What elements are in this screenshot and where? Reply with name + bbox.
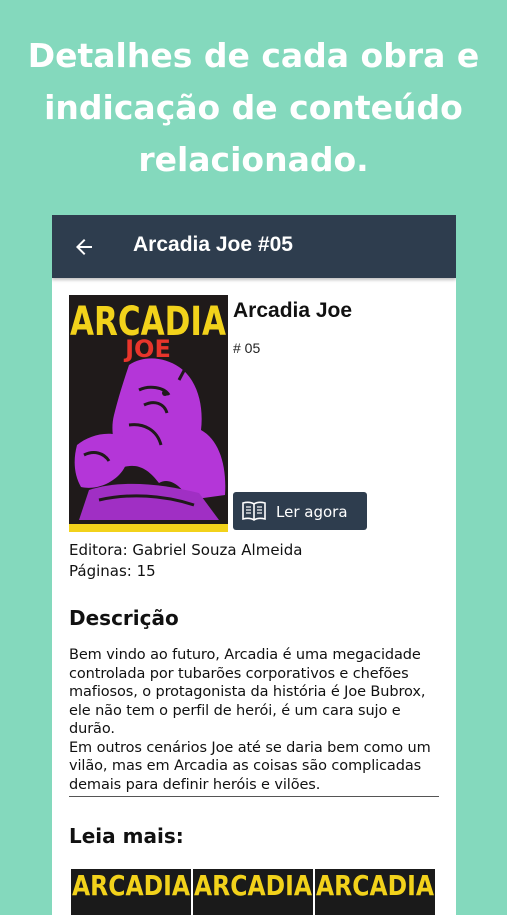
description-line: Bem vindo ao futuro, Arcadia é uma megac… (69, 647, 421, 663)
promo-headline: Detalhes de cada obra e indicação de con… (0, 30, 507, 186)
read-now-label: Ler agora (276, 503, 348, 521)
description-line: controlada por tubarões corporativos e c… (69, 665, 409, 682)
description-line: Em outros cenários Joe até se daria bem … (69, 739, 431, 756)
description-heading: Descrição (69, 606, 179, 630)
promo-headline-line-2: indicação de conteúdo (44, 88, 463, 127)
phone-screen: Arcadia Joe #05 ARCADIA JOE Arcadia Joe … (52, 215, 456, 915)
related-cover-art: ARCADIA (316, 869, 434, 902)
related-cover-art: ARCADIA (194, 869, 312, 902)
related-cover-art: ARCADIA (72, 869, 190, 902)
comic-issue: # 05 (233, 340, 261, 356)
arrow-left-icon[interactable] (72, 235, 96, 259)
comic-cover-art: ARCADIA JOE (69, 295, 228, 532)
publisher-text: Editora: Gabriel Souza Almeida (69, 541, 303, 559)
comic-title: Arcadia Joe (233, 299, 353, 322)
description-line: ele não tem o perfil de herói, é um cara… (69, 702, 401, 738)
related-comic-card[interactable]: ARCADIA (315, 869, 435, 915)
open-book-icon (242, 501, 266, 521)
related-heading: Leia mais: (69, 824, 184, 848)
divider (69, 796, 439, 797)
related-title-text: ARCADIA (194, 869, 312, 902)
pages-text: Páginas: 15 (69, 562, 156, 580)
description-line: vilão, mas em Arcadia as coisas são comp… (69, 758, 422, 774)
app-bar-title: Arcadia Joe #05 (133, 233, 293, 256)
read-now-button[interactable]: Ler agora (233, 492, 367, 530)
app-bar: Arcadia Joe #05 (52, 215, 456, 278)
description-line: mafiosos, o protagonista da história é J… (69, 684, 426, 700)
promo-headline-line-3: relacionado. (138, 140, 369, 179)
promo-headline-line-1: Detalhes de cada obra e (27, 36, 480, 75)
related-title-text: ARCADIA (316, 869, 434, 902)
comic-cover: ARCADIA JOE (69, 295, 228, 532)
description-line: demais para definir heróis e vilões. (69, 776, 321, 793)
cover-subtitle-text: JOE (123, 335, 171, 363)
related-comic-card[interactable]: ARCADIA (71, 869, 191, 915)
description-text: Bem vindo ao futuro, Arcadia é uma megac… (69, 646, 439, 794)
related-comic-card[interactable]: ARCADIA (193, 869, 313, 915)
related-title-text: ARCADIA (72, 869, 190, 902)
